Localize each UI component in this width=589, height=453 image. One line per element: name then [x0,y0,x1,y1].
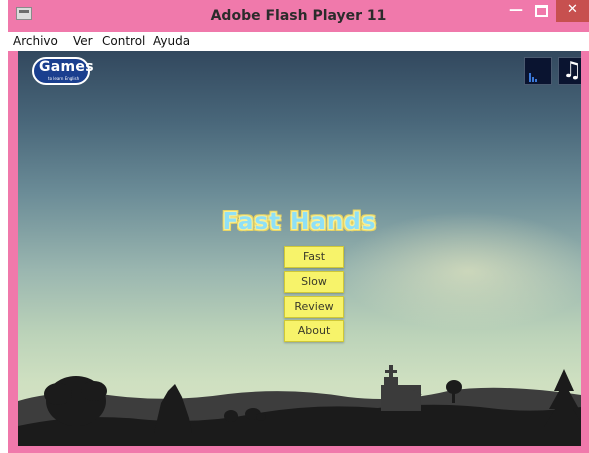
maximize-icon [534,5,548,17]
quality-icon [529,73,537,82]
close-icon: ✕ [567,2,578,17]
music-toggle-button[interactable]: ♫ [558,57,581,85]
flash-player-window: Adobe Flash Player 11 — ✕ Archivo Ver Co… [8,0,589,453]
review-button[interactable]: Review [284,296,344,318]
music-note-icon: ♫ [562,58,581,83]
menu-ver[interactable]: Ver [73,34,93,48]
games-logo[interactable]: Games to learn English [32,57,94,85]
minimize-button[interactable]: — [505,0,527,22]
quality-button[interactable] [524,57,552,85]
church-silhouette [381,365,422,411]
menu-ayuda[interactable]: Ayuda [153,34,190,48]
about-button[interactable]: About [284,320,344,342]
fast-button[interactable]: Fast [284,246,344,268]
minimize-icon: — [509,2,523,18]
window-title: Adobe Flash Player 11 [210,8,387,24]
logo-text: Games [39,59,94,75]
game-title: Fast Hands [222,209,377,235]
close-button[interactable]: ✕ [556,0,589,22]
slow-button[interactable]: Slow [284,271,344,293]
menu-control[interactable]: Control [102,34,145,48]
maximize-button[interactable] [530,0,552,22]
menu-bar: Archivo Ver Control Ayuda [8,32,589,51]
game-stage[interactable]: Games to learn English ♫ Fast Hands Fast… [18,51,581,446]
menu-archivo[interactable]: Archivo [13,34,58,48]
title-bar: Adobe Flash Player 11 — ✕ [8,0,589,32]
logo-subtitle: to learn English [48,76,80,81]
